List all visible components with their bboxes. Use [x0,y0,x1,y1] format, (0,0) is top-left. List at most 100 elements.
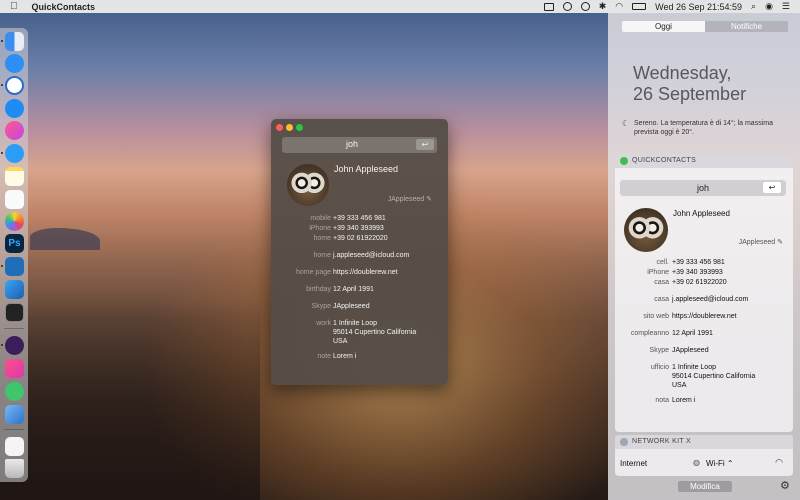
spotlight-icon[interactable]: ⌕ [751,1,756,12]
date-weekday: Wednesday, [633,63,732,83]
field-label: iPhone [309,225,331,232]
running-indicator [1,152,3,154]
widget-contact-name: John Appleseed [673,209,730,218]
battery-icon[interactable] [632,3,647,10]
field-value[interactable]: +39 333 456 981 [333,214,386,223]
terminal-icon[interactable] [5,303,24,322]
running-indicator [1,84,3,86]
search-field[interactable]: joh ↩ [282,137,437,153]
field-value[interactable]: Lorem i [672,396,695,405]
bluetooth-icon[interactable]: ✱ [599,1,607,12]
app-store-icon[interactable] [5,54,24,73]
contact-nickname: JAppleseed ✎ [387,196,432,203]
photos-icon[interactable] [5,212,24,231]
contact-name: John Appleseed [334,164,399,174]
xcode-icon[interactable] [5,280,24,299]
trash-icon[interactable] [5,459,24,478]
field-label: Skype [649,347,669,354]
widget-header: NETWORK KIT X [615,435,793,449]
back-icon[interactable]: ↩ [416,139,434,150]
dock-separator [4,328,24,329]
field-value[interactable]: +39 340 393993 [672,268,723,277]
search-input[interactable]: joh [282,139,422,149]
tab-notifications[interactable]: Notifiche [705,21,788,32]
quickcontacts-status-icon[interactable] [543,2,554,11]
field-value[interactable]: 12 April 1991 [672,329,713,338]
field-value[interactable]: +39 333 456 981 [672,258,725,267]
wifi-selector[interactable]: Wi-Fi ⌃ [706,459,734,468]
field-value[interactable]: JAppleseed [333,302,370,311]
field-label: compleanno [630,330,669,337]
safari-icon[interactable] [5,99,24,118]
menu-clock[interactable]: Wed 26 Sep 21:54:59 [655,2,742,12]
globe-icon: ◍ [693,458,700,467]
quickcontacts-popup-window: joh ↩ John Appleseed JAppleseed ✎ mobile… [271,119,448,385]
apple-menu-icon[interactable]:  [10,1,18,12]
field-label: home [313,235,331,242]
pencil-icon[interactable]: ✎ [426,196,432,203]
zoom-button[interactable] [296,124,303,131]
pencil-icon[interactable]: ✎ [777,239,783,246]
field-value[interactable]: https://doublerew.net [333,268,398,277]
distant-mountains [30,228,100,250]
field-value[interactable]: 1 Infinite Loop 95014 Cupertino Californ… [672,363,755,390]
field-value[interactable]: j.appleseed@icloud.com [672,295,748,304]
quickcontacts-widget: QUICKCONTACTS joh ↩ John Appleseed JAppl… [615,154,793,432]
menu-bar:  QuickContacts ✱ ◠ Wed 26 Sep 21:54:59 … [0,0,800,13]
segmented-control: Oggi Notifiche [622,21,788,32]
messages-icon[interactable] [5,144,24,163]
photoshop-icon[interactable]: Ps [5,234,24,253]
itunes-icon[interactable] [5,121,24,140]
widget-search-input[interactable]: joh [620,183,786,193]
field-value[interactable]: JAppleseed [672,346,709,355]
field-label: mobile [310,215,331,222]
minimize-button[interactable] [286,124,293,131]
dock: Ps [0,28,28,482]
info-status-icon[interactable] [562,2,572,11]
field-label: Skype [311,303,331,310]
quickcontacts-widget-icon [620,157,628,165]
running-indicator [1,40,3,42]
dock-separator [4,429,24,430]
user-icon[interactable]: ◉ [765,1,773,12]
document-icon[interactable] [5,437,24,456]
field-value[interactable]: +39 02 61922020 [672,278,727,287]
mail-icon[interactable] [5,405,24,424]
back-icon[interactable]: ↩ [763,182,781,193]
vscode-icon[interactable] [5,257,24,276]
field-value[interactable]: 12 April 1991 [333,285,374,294]
widget-header: QUICKCONTACTS [615,154,793,168]
date-day: 26 September [633,84,747,104]
field-label: sito web [643,313,669,320]
gear-icon[interactable]: ⚙ [780,479,790,492]
field-value[interactable]: j.appleseed@icloud.com [333,251,409,260]
field-label: work [316,320,331,327]
reminders-icon[interactable] [5,190,24,209]
field-value[interactable]: 1 Infinite Loop 95014 Cupertino Californ… [333,319,416,346]
widget-contact-nickname: JAppleseed ✎ [738,239,783,246]
edit-button[interactable]: Modifica [678,481,732,492]
field-value[interactable]: +39 02 61922020 [333,234,388,243]
contacts-icon[interactable] [5,382,24,401]
widget-search-field[interactable]: joh ↩ [620,180,786,196]
field-value[interactable]: Lorem i [333,352,356,361]
clock-icon[interactable] [5,76,24,95]
moon-icon: ☾ [622,119,630,128]
contact-avatar [287,164,329,206]
running-indicator [1,265,3,267]
time-machine-icon[interactable] [580,2,590,11]
close-button[interactable] [276,124,283,131]
field-value[interactable]: https://doublerew.net [672,312,737,321]
quickcontacts-icon[interactable] [5,336,24,355]
notes-icon[interactable] [5,167,24,186]
field-label: iPhone [647,269,669,276]
tab-today[interactable]: Oggi [622,21,705,32]
calendar-icon[interactable] [5,359,24,378]
app-name-menu[interactable]: QuickContacts [32,2,96,12]
finder-icon[interactable] [5,32,24,51]
notification-center-icon[interactable]: ☰ [782,1,790,12]
running-indicator [1,344,3,346]
wifi-icon[interactable]: ◠ [615,1,623,12]
field-label: nota [655,397,669,404]
field-value[interactable]: +39 340 393993 [333,224,384,233]
